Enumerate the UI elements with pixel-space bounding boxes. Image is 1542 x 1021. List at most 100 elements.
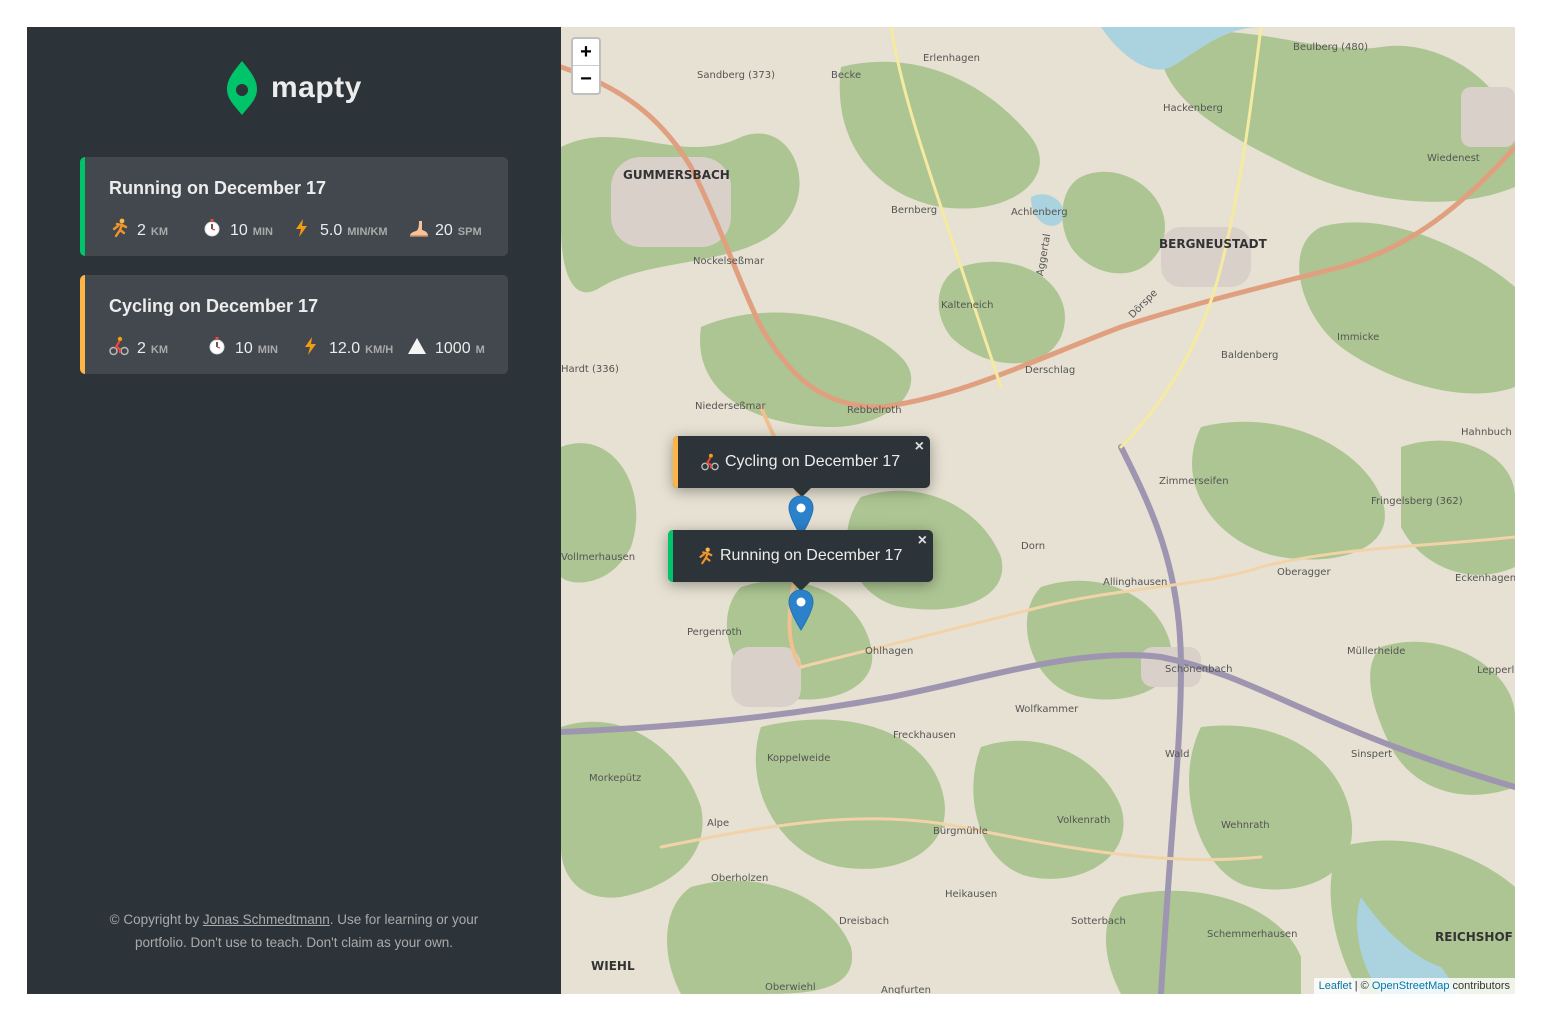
cyclist-icon xyxy=(701,453,719,471)
stopwatch-icon xyxy=(202,218,224,238)
place-label: Schönenbach xyxy=(1165,664,1233,675)
place-label: Bernberg xyxy=(891,205,938,216)
workout-color-bar xyxy=(80,157,85,256)
mountain-icon xyxy=(407,336,429,356)
place-label: Volkenrath xyxy=(1057,815,1111,826)
place-label: Zimmerseifen xyxy=(1159,476,1229,487)
detail-unit: m xyxy=(475,344,485,356)
lightning-icon xyxy=(292,218,314,238)
place-label: Pergenroth xyxy=(687,627,742,638)
attribution-suffix: contributors xyxy=(1449,980,1510,992)
place-label: Hahnbuch xyxy=(1461,427,1512,438)
detail-unit: km xyxy=(150,226,169,238)
copyright: © Copyright by Jonas Schmedtmann. Use fo… xyxy=(87,908,501,954)
place-label: Sandberg (373) xyxy=(697,70,776,81)
detail-value: 10 xyxy=(230,222,248,239)
popup-color-bar xyxy=(673,436,678,488)
detail-distance: 2 km xyxy=(109,333,207,358)
place-label: BERGNEUSTADT xyxy=(1159,237,1267,251)
place-label: Hackenberg xyxy=(1163,103,1223,114)
detail-pace: 5.0 min/km xyxy=(292,215,407,240)
detail-value: 5.0 xyxy=(320,222,343,239)
place-label: Heikausen xyxy=(945,889,998,900)
detail-distance: 2 km xyxy=(109,215,202,240)
lightning-icon xyxy=(301,336,323,356)
place-label: Kalteneich xyxy=(941,300,994,311)
workout-color-bar xyxy=(80,275,85,374)
popup-close-button[interactable]: × xyxy=(918,532,927,550)
detail-value: 1000 xyxy=(435,340,471,357)
place-label: Schemmerhausen xyxy=(1207,929,1298,940)
zoom-out-button[interactable]: − xyxy=(573,66,599,93)
place-label: Oberwiehl xyxy=(765,982,816,993)
foot-icon xyxy=(407,218,429,238)
place-label: Lepperl xyxy=(1477,665,1515,676)
author-link[interactable]: Jonas Schmedtmann xyxy=(203,912,330,927)
place-label: GUMMERSBACH xyxy=(623,168,730,182)
popup-label: Running on December 17 xyxy=(720,547,903,564)
place-label: Dreisbach xyxy=(839,916,890,927)
detail-unit: km xyxy=(150,344,169,356)
popup-content: Cycling on December 17 xyxy=(701,453,900,471)
place-label: Allinghausen xyxy=(1103,577,1168,588)
popup-label: Cycling on December 17 xyxy=(725,453,901,470)
popup-cycling[interactable]: Cycling on December 17 × xyxy=(673,436,930,497)
map-pin-icon xyxy=(227,61,257,115)
workout-title: Cycling on December 17 xyxy=(109,296,319,316)
detail-value: 20 xyxy=(435,222,453,239)
place-label: Becke xyxy=(831,70,862,81)
logo: mapty xyxy=(225,59,362,117)
zoom-control: + − xyxy=(571,37,601,95)
place-label: WIEHL xyxy=(591,959,635,973)
detail-duration: 10 min xyxy=(207,333,301,358)
place-label: Bürgmühle xyxy=(933,826,988,837)
place-label: Freckhausen xyxy=(893,730,956,741)
detail-elevation: 1000 m xyxy=(407,333,485,358)
place-label: REICHSHOF xyxy=(1435,930,1513,944)
place-label: Dorn xyxy=(1021,541,1046,552)
place-label: Beulberg (480) xyxy=(1293,42,1368,53)
workout-card-cycling[interactable]: Cycling on December 17 2 km 10 min xyxy=(80,275,508,374)
detail-duration: 10 min xyxy=(202,215,292,240)
detail-unit: km/h xyxy=(365,344,394,356)
place-label: Oberholzen xyxy=(711,873,769,884)
map[interactable]: GUMMERSBACH BERGNEUSTADT Hackenberg Erle… xyxy=(561,27,1515,994)
place-label: Müllerheide xyxy=(1347,646,1406,657)
place-label: Wiedenest xyxy=(1427,153,1480,164)
popup-content: Running on December 17 xyxy=(696,547,902,565)
place-label: Koppelweide xyxy=(767,753,831,764)
detail-cadence: 20 spm xyxy=(407,215,482,240)
map-attribution: Leaflet | © OpenStreetMap contributors xyxy=(1313,978,1515,994)
workout-details: 2 km 10 min 12.0 km/h xyxy=(109,333,485,358)
place-label: Wehnrath xyxy=(1221,820,1270,831)
place-label: Vollmerhausen xyxy=(561,552,636,563)
popup-running[interactable]: Running on December 17 × xyxy=(668,530,933,591)
popup-close-button[interactable]: × xyxy=(915,438,924,456)
place-label: Sotterbach xyxy=(1071,916,1126,927)
detail-speed: 12.0 km/h xyxy=(301,333,407,358)
place-label: Hardt (336) xyxy=(561,364,619,375)
place-label: Morkepütz xyxy=(589,773,642,784)
place-label: Nockelseßmar xyxy=(693,256,765,267)
app: mapty Running on December 17 2 km 10 xyxy=(27,27,1515,994)
place-label: Fringelsberg (362) xyxy=(1371,496,1463,507)
workout-title: Running on December 17 xyxy=(109,178,327,198)
marker-running[interactable] xyxy=(788,589,814,631)
detail-unit: min xyxy=(257,344,278,356)
osm-link[interactable]: OpenStreetMap xyxy=(1372,980,1450,992)
detail-value: 10 xyxy=(235,340,253,357)
copyright-prefix: © Copyright by xyxy=(109,912,203,927)
place-label: Achlenberg xyxy=(1011,207,1068,218)
workout-card-running[interactable]: Running on December 17 2 km 10 min xyxy=(80,157,508,256)
place-label: Niederseßmar xyxy=(695,401,766,412)
cyclist-icon xyxy=(109,336,131,356)
place-label: Alpe xyxy=(707,818,730,829)
detail-unit: spm xyxy=(457,226,482,238)
attribution-separator: | © xyxy=(1351,980,1372,992)
place-label: Derschlag xyxy=(1025,365,1076,376)
runner-icon xyxy=(699,547,713,565)
place-label: Erlenhagen xyxy=(923,53,981,64)
leaflet-link[interactable]: Leaflet xyxy=(1319,980,1352,992)
detail-unit: min/km xyxy=(347,226,388,238)
zoom-in-button[interactable]: + xyxy=(573,39,599,66)
